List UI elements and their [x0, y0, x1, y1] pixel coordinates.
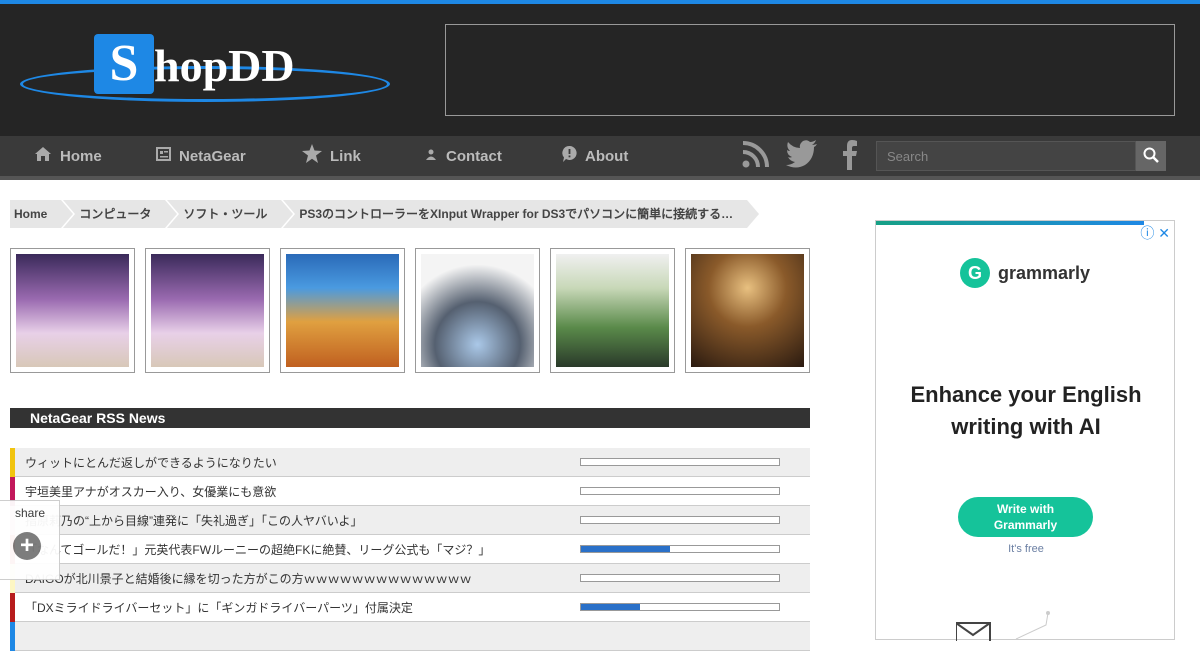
ad-choices-icon[interactable]: ⓘ ✕ — [1140, 223, 1170, 243]
nav-netagear-label: NetaGear — [179, 147, 246, 165]
lion-king-image — [286, 254, 399, 367]
product-thumb[interactable] — [10, 248, 135, 373]
rss-color-stripe — [10, 621, 15, 651]
concert-dvd-image — [16, 254, 129, 367]
rss-icon[interactable] — [742, 140, 770, 175]
nav-link-label: Link — [330, 147, 361, 165]
rss-color-stripe — [10, 592, 15, 622]
rss-news-title[interactable]: DAIGOが北川景子と結婚後に縁を切った方がこの方ｗｗｗｗｗｗｗｗｗｗｗｗｗｗ — [25, 570, 580, 587]
product-thumb[interactable] — [550, 248, 675, 373]
rss-news-title[interactable]: 指原莉乃の“上から目線”連発に「失礼過ぎ」「この人ヤバいよ」 — [25, 512, 580, 529]
rss-news-title[interactable]: 「なんてゴールだ！」元英代表FWルーニーの超絶FKに絶賛、リーグ公式も「マジ？」 — [25, 541, 580, 558]
concert-dvd-image — [151, 254, 264, 367]
rss-news-row[interactable]: 「なんてゴールだ！」元英代表FWルーニーの超絶FKに絶賛、リーグ公式も「マジ？」 — [10, 534, 810, 564]
nav-home[interactable]: Home — [34, 136, 102, 176]
rss-popularity-bar — [580, 545, 780, 553]
nav-link[interactable]: Link — [302, 136, 361, 176]
main-content: Home コンピュータ ソフト・ツール PS3のコントローラーをXInput W… — [10, 200, 810, 651]
rss-news-title[interactable]: 宇垣美里アナがオスカー入り、女優業にも意欲 — [25, 483, 580, 500]
info-bubble-icon — [562, 145, 577, 167]
rss-news-row[interactable]: 「DXミライドライバーセット」に「ギンガドライバーパーツ」付属決定 — [10, 592, 810, 622]
plus-icon[interactable]: + — [13, 532, 41, 560]
back-number-image — [691, 254, 804, 367]
rss-news-title[interactable]: ウィットにとんだ返しができるようになりたい — [25, 454, 580, 471]
rss-news-row[interactable]: 宇垣美里アナがオスカー入り、女優業にも意欲 — [10, 476, 810, 506]
ad-free-text: It's free — [1008, 543, 1044, 555]
star-icon — [302, 144, 322, 168]
rss-color-stripe — [10, 447, 15, 477]
rss-popularity-fill — [581, 604, 641, 610]
rss-popularity-fill — [581, 546, 671, 552]
ad-cta-line-1: Write with — [996, 502, 1055, 516]
rss-popularity-bar — [580, 603, 780, 611]
site-header: S hopDD — [0, 4, 1200, 136]
search-input[interactable] — [876, 141, 1136, 171]
write-with-grammarly-button[interactable]: Write with Grammarly — [958, 497, 1093, 537]
main-nav: Home NetaGear Link Contact About — [0, 136, 1200, 180]
breadcrumb: Home コンピュータ ソフト・ツール PS3のコントローラーをXInput W… — [10, 200, 810, 228]
search-icon — [1143, 147, 1159, 166]
search-button[interactable] — [1136, 141, 1166, 171]
grammarly-brand-name: grammarly — [998, 262, 1091, 283]
rss-popularity-bar — [580, 516, 780, 524]
rss-news-row[interactable] — [10, 621, 810, 651]
rss-news-title[interactable]: 「DXミライドライバーセット」に「ギンガドライバーパーツ」付属決定 — [25, 599, 580, 616]
ad-headline: Enhance your English writing with AI — [876, 379, 1176, 443]
breadcrumb-computer[interactable]: コンピュータ — [63, 200, 178, 228]
nav-about-label: About — [585, 147, 629, 165]
grammarly-logo: G grammarly — [960, 258, 1090, 288]
product-thumb[interactable] — [280, 248, 405, 373]
album-5-10-image — [556, 254, 669, 367]
ad-cta-line-2: Grammarly — [993, 518, 1058, 532]
rss-news-row[interactable]: DAIGOが北川景子と結婚後に縁を切った方がこの方ｗｗｗｗｗｗｗｗｗｗｗｗｗｗ — [10, 563, 810, 593]
logo-text: hopDD — [154, 40, 295, 91]
person-icon — [424, 147, 438, 166]
ad-headline-line-2: writing with AI — [951, 414, 1101, 439]
rss-section-title: NetaGear RSS News — [10, 408, 810, 428]
nav-contact[interactable]: Contact — [424, 136, 502, 176]
breadcrumb-software[interactable]: ソフト・ツール — [167, 200, 294, 228]
rss-popularity-bar — [580, 458, 780, 466]
nav-home-label: Home — [60, 147, 102, 165]
breadcrumb-current[interactable]: PS3のコントローラーをXInput Wrapper for DS3でパソコンに… — [283, 200, 759, 228]
newspaper-icon — [156, 146, 171, 166]
search-box — [876, 141, 1166, 171]
nav-netagear[interactable]: NetaGear — [156, 136, 246, 176]
rss-news-row[interactable]: ウィットにとんだ返しができるようになりたい — [10, 447, 810, 477]
rss-news-row[interactable]: 指原莉乃の“上から目線”連発に「失礼過ぎ」「この人ヤバいよ」 — [10, 505, 810, 535]
twitter-icon[interactable] — [786, 140, 818, 175]
product-thumb[interactable] — [415, 248, 540, 373]
star-wars-set-image — [421, 254, 534, 367]
envelope-icon — [955, 611, 1076, 646]
product-thumb[interactable] — [685, 248, 810, 373]
rss-popularity-bar — [580, 574, 780, 582]
ad-headline-line-1: Enhance your English — [910, 382, 1142, 407]
nav-contact-label: Contact — [446, 147, 502, 165]
logo-letter: S — [94, 34, 154, 94]
share-label: share — [15, 506, 46, 520]
header-ad-banner[interactable] — [445, 24, 1175, 116]
nav-about[interactable]: About — [562, 136, 628, 176]
ad-top-bar — [876, 221, 1144, 225]
share-widget: share + — [0, 500, 60, 580]
home-icon — [34, 146, 52, 167]
sidebar-ad[interactable]: ⓘ ✕ G grammarly Enhance your English wri… — [875, 220, 1176, 644]
product-thumb[interactable] — [145, 248, 270, 373]
grammarly-icon: G — [960, 258, 990, 288]
site-logo[interactable]: S hopDD — [20, 34, 392, 114]
rss-popularity-bar — [580, 487, 780, 495]
rss-news-list: ウィットにとんだ返しができるようになりたい 宇垣美里アナがオスカー入り、女優業にも… — [10, 447, 810, 651]
facebook-icon[interactable] — [842, 140, 858, 177]
product-thumbnails — [10, 248, 820, 373]
breadcrumb-home[interactable]: Home — [10, 200, 74, 228]
